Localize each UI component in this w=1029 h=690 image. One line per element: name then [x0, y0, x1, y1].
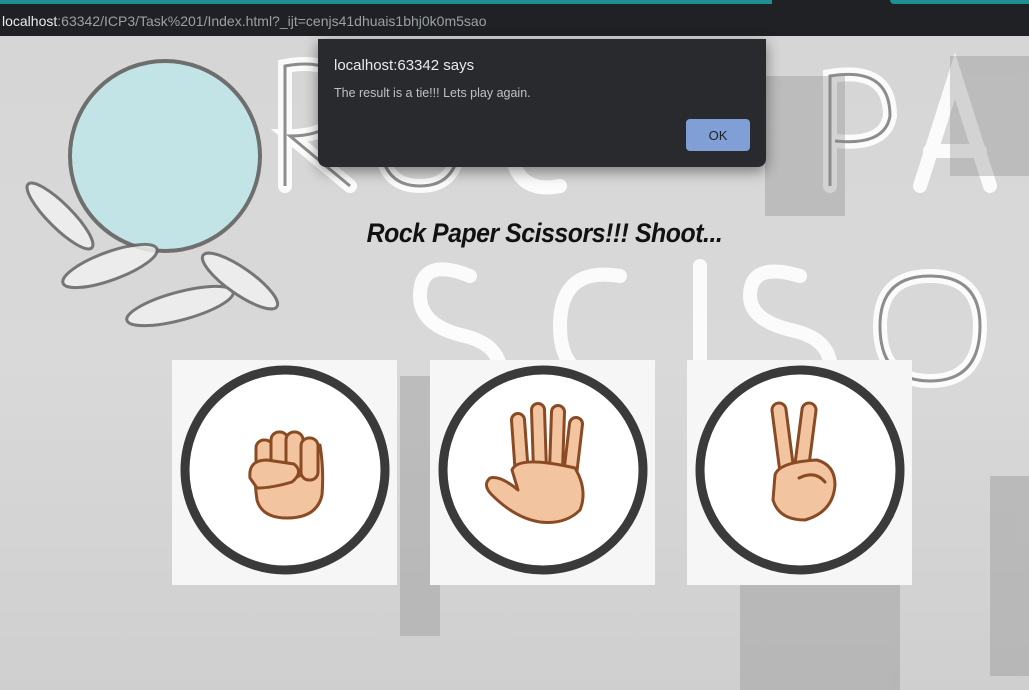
peace-sign-icon [695, 365, 905, 575]
paper-button[interactable] [430, 360, 655, 585]
browser-tab-strip [0, 0, 1029, 7]
address-bar[interactable]: localhost:63342/ICP3/Task%201/Index.html… [0, 7, 1029, 36]
fist-icon [180, 365, 390, 575]
dialog-title: localhost:63342 says [334, 57, 475, 74]
alert-dialog: localhost:63342 says The result is a tie… [318, 39, 766, 167]
ok-button[interactable]: OK [686, 119, 750, 151]
active-tab-indicator[interactable] [0, 0, 772, 4]
url-host: localhost [2, 13, 58, 29]
page-heading: Rock Paper Scissors!!! Shoot... [366, 218, 723, 248]
scissors-button[interactable] [687, 360, 912, 585]
dialog-message: The result is a tie!!! Lets play again. [334, 86, 531, 100]
open-hand-icon [438, 365, 648, 575]
other-tab-indicator[interactable] [890, 0, 1029, 4]
url-path: :63342/ICP3/Task%201/Index.html?_ijt=cen… [57, 13, 487, 29]
rock-button[interactable] [172, 360, 397, 585]
